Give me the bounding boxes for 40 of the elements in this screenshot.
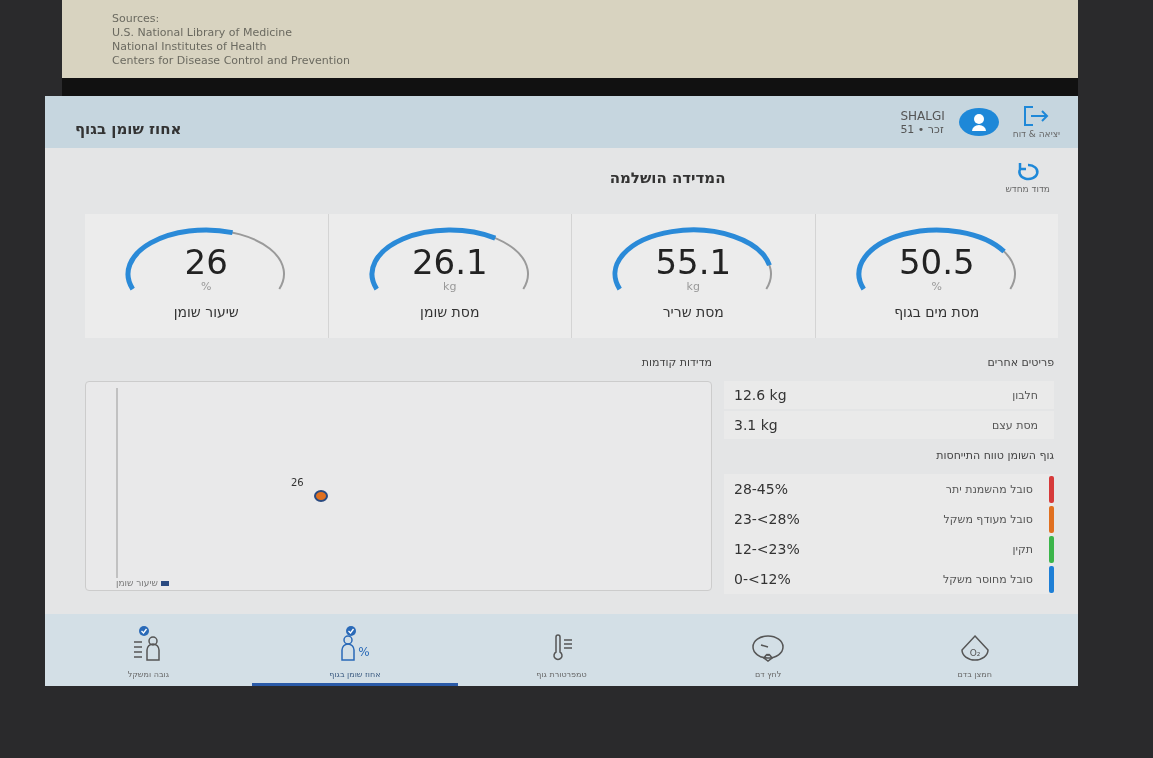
range-label: סובל מהשמנת יתר xyxy=(945,482,1033,496)
detail-value: 3.1 kg xyxy=(734,417,778,433)
gauge-label: מסת מים בגוף xyxy=(894,304,980,320)
section-title: פריטים אחרים xyxy=(986,356,1054,369)
range-value: 12-<23% xyxy=(734,541,800,557)
source-line: Sources: xyxy=(112,11,161,25)
detail-label: מסת עצם xyxy=(991,418,1038,432)
remeasure-button[interactable]: מדוד מחדש xyxy=(1005,162,1050,194)
range-label: סובל מעודף משקל xyxy=(943,512,1033,526)
user-name: SHALGI xyxy=(900,108,945,123)
range-value: 0-<12% xyxy=(734,571,791,587)
data-point xyxy=(314,490,328,502)
legend-label: שיעור שומן xyxy=(116,578,158,588)
source-line: National Institutes of Health xyxy=(112,39,268,53)
range-label: סובל מחוסר משקל xyxy=(942,572,1033,586)
section-title: מדידות קודמות xyxy=(640,356,712,369)
point-label: 26 xyxy=(291,477,304,488)
range-value: 28-45% xyxy=(734,481,788,497)
detail-label: חלבון xyxy=(1012,388,1038,402)
source-line: Centers for Disease Control and Prevention xyxy=(112,53,351,67)
range-label: תקין xyxy=(1012,542,1033,556)
gauge-label: מסת שריר xyxy=(662,304,724,320)
nav-tab[interactable]: % אחוז שומן בגוף xyxy=(251,614,459,686)
page-title: אחוז שומן בגוף xyxy=(75,119,182,138)
detail-value: 12.6 kg xyxy=(734,387,787,403)
exit-report-button[interactable]: יציאה & דוח xyxy=(1012,105,1060,139)
user-icon xyxy=(970,113,987,131)
gauge-label: שיעור שומן xyxy=(173,304,239,320)
nav-tab[interactable]: גובה ומשקל xyxy=(45,614,252,686)
exit-arrow-icon xyxy=(1023,105,1050,127)
range-value: 23-<28% xyxy=(734,511,800,527)
result-title: המדידה הושלמה xyxy=(609,169,726,187)
nav-tab[interactable]: לחץ דם xyxy=(664,614,872,686)
refresh-icon xyxy=(1015,162,1040,182)
source-line: U.S. National Library of Medicine xyxy=(112,25,294,39)
section-title: גוף השומן טווח התייחסות xyxy=(935,449,1054,462)
nav-tab[interactable]: טמפרטורת גוף xyxy=(458,614,665,686)
legend-swatch xyxy=(160,580,169,586)
user-info: זכר • 51 xyxy=(900,122,944,136)
gauge-label: מסת שומן xyxy=(420,304,480,320)
